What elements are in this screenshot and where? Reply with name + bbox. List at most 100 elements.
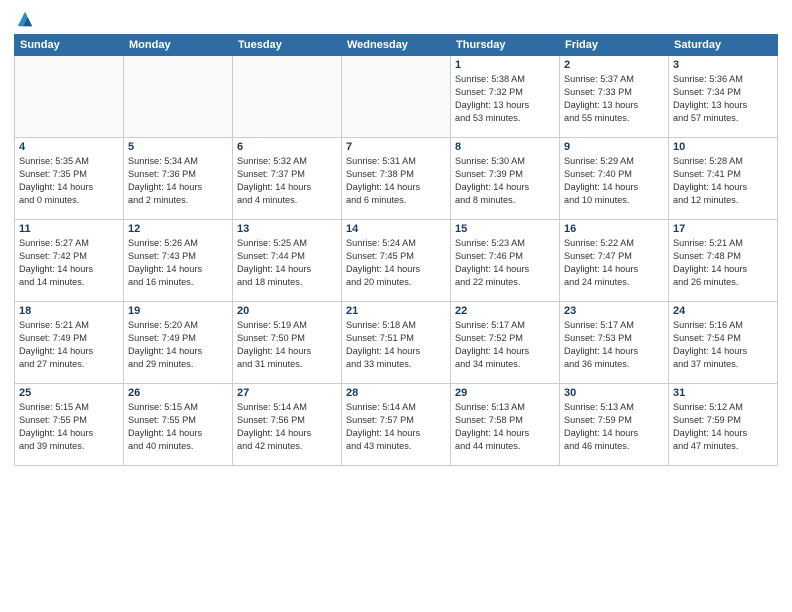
cell-info: Sunrise: 5:24 AMSunset: 7:45 PMDaylight:… [346,237,446,289]
calendar-week-1: 1Sunrise: 5:38 AMSunset: 7:32 PMDaylight… [15,56,778,138]
day-number: 20 [237,305,337,317]
weekday-header-saturday: Saturday [669,35,778,56]
cell-info: Sunrise: 5:16 AMSunset: 7:54 PMDaylight:… [673,319,773,371]
day-number: 14 [346,223,446,235]
header [14,10,778,28]
cell-info: Sunrise: 5:14 AMSunset: 7:56 PMDaylight:… [237,401,337,453]
cell-info: Sunrise: 5:27 AMSunset: 7:42 PMDaylight:… [19,237,119,289]
day-number: 22 [455,305,555,317]
page: SundayMondayTuesdayWednesdayThursdayFrid… [0,0,792,612]
cell-info: Sunrise: 5:25 AMSunset: 7:44 PMDaylight:… [237,237,337,289]
calendar-cell: 27 Sunrise: 5:14 AMSunset: 7:56 PMDayligh… [233,384,342,466]
calendar-cell: 29Sunrise: 5:13 AMSunset: 7:58 PMDayligh… [451,384,560,466]
calendar-cell: 1Sunrise: 5:38 AMSunset: 7:32 PMDaylight… [451,56,560,138]
day-number: 8 [455,141,555,153]
calendar-cell: 14 Sunrise: 5:24 AMSunset: 7:45 PMDayligh… [342,220,451,302]
weekday-header-wednesday: Wednesday [342,35,451,56]
cell-info: Sunrise: 5:21 AMSunset: 7:49 PMDaylight:… [19,319,119,371]
calendar-cell: 5 Sunrise: 5:34 AMSunset: 7:36 PMDaylight… [124,138,233,220]
cell-info: Sunrise: 5:35 AMSunset: 7:35 PMDaylight:… [19,155,119,207]
weekday-header-sunday: Sunday [15,35,124,56]
calendar-cell: 21 Sunrise: 5:18 AMSunset: 7:51 PMDayligh… [342,302,451,384]
calendar-cell: 2 Sunrise: 5:37 AMSunset: 7:33 PMDaylight… [560,56,669,138]
day-number: 26 [128,387,228,399]
calendar-cell: 8 Sunrise: 5:30 AMSunset: 7:39 PMDaylight… [451,138,560,220]
weekday-header-friday: Friday [560,35,669,56]
calendar-cell: 11 Sunrise: 5:27 AMSunset: 7:42 PMDayligh… [15,220,124,302]
cell-info: Sunrise: 5:17 AMSunset: 7:52 PMDaylight:… [455,319,555,371]
cell-info: Sunrise: 5:36 AMSunset: 7:34 PMDaylight:… [673,73,773,125]
calendar-cell: 4 Sunrise: 5:35 AMSunset: 7:35 PMDaylight… [15,138,124,220]
day-number: 30 [564,387,664,399]
calendar-cell: 24 Sunrise: 5:16 AMSunset: 7:54 PMDayligh… [669,302,778,384]
calendar-cell: 9 Sunrise: 5:29 AMSunset: 7:40 PMDaylight… [560,138,669,220]
calendar-cell [15,56,124,138]
calendar-week-4: 18Sunrise: 5:21 AMSunset: 7:49 PMDayligh… [15,302,778,384]
day-number: 12 [128,223,228,235]
calendar-cell: 22 Sunrise: 5:17 AMSunset: 7:52 PMDayligh… [451,302,560,384]
calendar-cell: 6Sunrise: 5:32 AMSunset: 7:37 PMDaylight… [233,138,342,220]
day-number: 28 [346,387,446,399]
day-number: 27 [237,387,337,399]
day-number: 21 [346,305,446,317]
cell-info: Sunrise: 5:19 AMSunset: 7:50 PMDaylight:… [237,319,337,371]
day-number: 19 [128,305,228,317]
cell-info: Sunrise: 5:34 AMSunset: 7:36 PMDaylight:… [128,155,228,207]
calendar-cell: 3 Sunrise: 5:36 AMSunset: 7:34 PMDaylight… [669,56,778,138]
calendar-cell [124,56,233,138]
calendar-cell: 12 Sunrise: 5:26 AMSunset: 7:43 PMDayligh… [124,220,233,302]
day-number: 2 [564,59,664,71]
day-number: 1 [455,59,555,71]
day-number: 15 [455,223,555,235]
day-number: 31 [673,387,773,399]
calendar-cell [342,56,451,138]
calendar-cell: 19 Sunrise: 5:20 AMSunset: 7:49 PMDayligh… [124,302,233,384]
day-number: 10 [673,141,773,153]
cell-info: Sunrise: 5:21 AMSunset: 7:48 PMDaylight:… [673,237,773,289]
cell-info: Sunrise: 5:13 AMSunset: 7:59 PMDaylight:… [564,401,664,453]
cell-info: Sunrise: 5:18 AMSunset: 7:51 PMDaylight:… [346,319,446,371]
cell-info: Sunrise: 5:23 AMSunset: 7:46 PMDaylight:… [455,237,555,289]
weekday-header-tuesday: Tuesday [233,35,342,56]
calendar-week-2: 4 Sunrise: 5:35 AMSunset: 7:35 PMDaylight… [15,138,778,220]
calendar-cell [233,56,342,138]
cell-info: Sunrise: 5:17 AMSunset: 7:53 PMDaylight:… [564,319,664,371]
calendar-cell: 20 Sunrise: 5:19 AMSunset: 7:50 PMDayligh… [233,302,342,384]
day-number: 5 [128,141,228,153]
day-number: 9 [564,141,664,153]
cell-info: Sunrise: 5:26 AMSunset: 7:43 PMDaylight:… [128,237,228,289]
day-number: 23 [564,305,664,317]
calendar-cell: 31Sunrise: 5:12 AMSunset: 7:59 PMDayligh… [669,384,778,466]
cell-info: Sunrise: 5:32 AMSunset: 7:37 PMDaylight:… [237,155,337,207]
calendar-cell: 28 Sunrise: 5:14 AMSunset: 7:57 PMDayligh… [342,384,451,466]
day-number: 29 [455,387,555,399]
cell-info: Sunrise: 5:22 AMSunset: 7:47 PMDaylight:… [564,237,664,289]
calendar-table: SundayMondayTuesdayWednesdayThursdayFrid… [14,34,778,466]
calendar-cell: 17 Sunrise: 5:21 AMSunset: 7:48 PMDayligh… [669,220,778,302]
cell-info: Sunrise: 5:15 AMSunset: 7:55 PMDaylight:… [128,401,228,453]
calendar-cell: 16 Sunrise: 5:22 AMSunset: 7:47 PMDayligh… [560,220,669,302]
day-number: 25 [19,387,119,399]
logo-icon [16,10,34,28]
day-number: 17 [673,223,773,235]
cell-info: Sunrise: 5:20 AMSunset: 7:49 PMDaylight:… [128,319,228,371]
calendar-cell: 26 Sunrise: 5:15 AMSunset: 7:55 PMDayligh… [124,384,233,466]
cell-info: Sunrise: 5:28 AMSunset: 7:41 PMDaylight:… [673,155,773,207]
cell-info: Sunrise: 5:14 AMSunset: 7:57 PMDaylight:… [346,401,446,453]
day-number: 7 [346,141,446,153]
day-number: 4 [19,141,119,153]
calendar-cell: 25Sunrise: 5:15 AMSunset: 7:55 PMDayligh… [15,384,124,466]
day-number: 3 [673,59,773,71]
day-number: 24 [673,305,773,317]
calendar-header-row: SundayMondayTuesdayWednesdayThursdayFrid… [15,35,778,56]
cell-info: Sunrise: 5:37 AMSunset: 7:33 PMDaylight:… [564,73,664,125]
cell-info: Sunrise: 5:30 AMSunset: 7:39 PMDaylight:… [455,155,555,207]
cell-info: Sunrise: 5:29 AMSunset: 7:40 PMDaylight:… [564,155,664,207]
calendar-cell: 18Sunrise: 5:21 AMSunset: 7:49 PMDayligh… [15,302,124,384]
weekday-header-monday: Monday [124,35,233,56]
day-number: 11 [19,223,119,235]
calendar-cell: 13Sunrise: 5:25 AMSunset: 7:44 PMDayligh… [233,220,342,302]
day-number: 16 [564,223,664,235]
cell-info: Sunrise: 5:31 AMSunset: 7:38 PMDaylight:… [346,155,446,207]
calendar-cell: 10 Sunrise: 5:28 AMSunset: 7:41 PMDayligh… [669,138,778,220]
